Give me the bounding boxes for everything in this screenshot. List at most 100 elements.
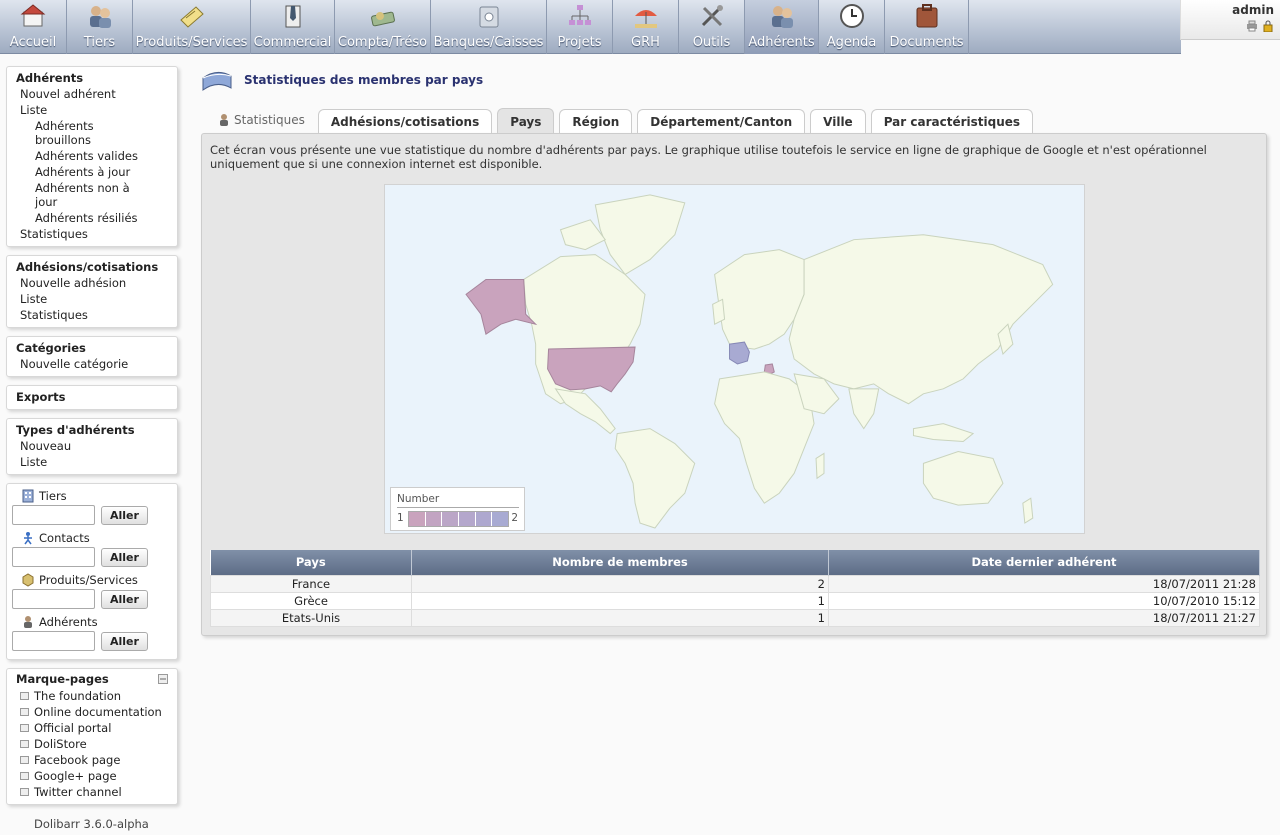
tab-region[interactable]: Région — [559, 109, 633, 134]
last-member-date-cell: 18/07/2011 21:28 — [828, 574, 1260, 593]
user-login[interactable]: admin — [1232, 3, 1274, 17]
menu-adherents[interactable]: Adhérents — [745, 0, 819, 54]
new-zealand-shape — [1022, 497, 1034, 524]
member-icon — [24, 616, 32, 628]
bookmark-item[interactable]: Official portal — [7, 720, 177, 736]
home-icon — [20, 4, 46, 27]
last-member-date-cell: 10/07/2010 15:12 — [828, 591, 1260, 610]
members-list-link[interactable]: Liste — [7, 102, 177, 118]
search-thirdparties-button[interactable]: Aller — [101, 505, 148, 525]
search-block: Tiers Aller Contacts Aller Produits/Serv… — [6, 483, 178, 660]
world-map[interactable]: Number 1 2 — [384, 184, 1085, 534]
bookmark-item[interactable]: The foundation — [7, 688, 177, 704]
bookmark-item[interactable]: Facebook page — [7, 752, 177, 768]
subscriptions-menu-block: Adhésions/cotisations Nouvelle adhésion … — [6, 255, 178, 328]
new-category-link[interactable]: Nouvelle catégorie — [7, 356, 177, 372]
members-notuptodate-link[interactable]: Adhérents non à jour — [7, 180, 177, 210]
search-contacts-label: Contacts — [39, 531, 90, 545]
new-member-type-link[interactable]: Nouveau — [7, 438, 177, 454]
column-header-country[interactable]: Pays — [210, 550, 412, 575]
exports-menu-title[interactable]: Exports — [7, 389, 177, 405]
menu-accueil[interactable]: Accueil — [0, 0, 67, 54]
left-menu: Adhérents Nouvel adhérent Liste Adhérent… — [6, 66, 178, 835]
product-box-icon — [22, 573, 34, 587]
thirdparty-icon — [89, 6, 111, 28]
legend-title: Number — [397, 493, 440, 505]
tab-characteristics[interactable]: Par caractéristiques — [870, 109, 1034, 134]
members-stats-link[interactable]: Statistiques — [7, 226, 177, 242]
new-member-link[interactable]: Nouvel adhérent — [7, 86, 177, 102]
search-members-label: Adhérents — [39, 615, 98, 629]
legend-min-value: 1 — [397, 512, 404, 524]
menu-documents[interactable]: Documents — [885, 0, 969, 54]
menu-grh[interactable]: GRH — [613, 0, 679, 54]
last-member-date-cell: 18/07/2011 21:27 — [828, 608, 1260, 627]
members-count-cell: 2 — [411, 574, 829, 593]
page-title: Statistiques des membres par pays — [244, 73, 484, 87]
france-shape — [729, 341, 750, 365]
search-products-input[interactable] — [12, 589, 95, 609]
member-icon — [220, 113, 228, 126]
bookmark-item[interactable]: Twitter channel — [7, 784, 177, 800]
tab-department[interactable]: Département/Canton — [637, 109, 806, 134]
search-contacts-button[interactable]: Aller — [101, 547, 148, 567]
search-members-button[interactable]: Aller — [101, 631, 148, 651]
members-menu-title[interactable]: Adhérents — [7, 70, 177, 86]
bookmark-icon — [20, 788, 29, 796]
version-label: Dolibarr 3.6.0-alpha — [34, 817, 149, 831]
bookmark-item[interactable]: Google+ page — [7, 768, 177, 784]
tab-town[interactable]: Ville — [810, 109, 866, 134]
bookmarks-block: Marque-pages The foundation Online docum… — [6, 668, 178, 805]
country-stats-table: Pays Nombre de membres Date dernier adhé… — [210, 550, 1260, 627]
menu-agenda[interactable]: Agenda — [819, 0, 885, 54]
column-header-last-member-date[interactable]: Date dernier adhérent — [828, 550, 1260, 575]
categories-menu-title[interactable]: Catégories — [7, 340, 177, 356]
members-uptodate-link[interactable]: Adhérents à jour — [7, 164, 177, 180]
country-cell: Grèce — [210, 591, 412, 610]
world-map-svg — [386, 185, 1083, 533]
tab-subscriptions[interactable]: Adhésions/cotisations — [317, 109, 493, 134]
search-products-button[interactable]: Aller — [101, 589, 148, 609]
australia-shape — [922, 450, 1004, 506]
members-resiliated-link[interactable]: Adhérents résiliés — [7, 210, 177, 226]
tab-bar: Statistiques Adhésions/cotisations Pays … — [210, 108, 1034, 134]
bookmark-item[interactable]: DoliStore — [7, 736, 177, 752]
menu-compta[interactable]: Compta/Tréso — [335, 0, 431, 54]
subscriptions-list-link[interactable]: Liste — [7, 291, 177, 307]
tab-panel: Cet écran vous présente une vue statisti… — [201, 133, 1267, 636]
legend-max-value: 2 — [511, 512, 518, 524]
bookmarks-edit-icon[interactable] — [158, 674, 168, 684]
search-members-input[interactable] — [12, 631, 95, 651]
menu-commercial[interactable]: Commercial — [251, 0, 335, 54]
categories-menu-block: Catégories Nouvelle catégorie — [6, 336, 178, 377]
uk-shape — [712, 298, 726, 325]
logout-lock-icon[interactable] — [1262, 20, 1274, 32]
printer-icon[interactable] — [1246, 20, 1258, 32]
bookmark-icon — [20, 740, 29, 748]
menu-banques[interactable]: Banques/Caisses — [431, 0, 547, 54]
menu-projets[interactable]: Projets — [547, 0, 613, 54]
table-row: France 2 18/07/2011 21:28 — [210, 574, 1260, 593]
documents-icon — [916, 4, 937, 28]
money-icon — [370, 11, 395, 27]
column-header-members-count[interactable]: Nombre de membres — [411, 550, 829, 575]
bookmark-item[interactable]: Online documentation — [7, 704, 177, 720]
members-valid-link[interactable]: Adhérents valides — [7, 148, 177, 164]
subscriptions-stats-link[interactable]: Statistiques — [7, 307, 177, 323]
members-menu-block: Adhérents Nouvel adhérent Liste Adhérent… — [6, 66, 178, 247]
member-types-menu-title[interactable]: Types d'adhérents — [7, 422, 177, 438]
holiday-icon — [634, 10, 657, 28]
search-contacts-input[interactable] — [12, 547, 95, 567]
table-row: Etats-Unis 1 18/07/2011 21:27 — [210, 608, 1260, 627]
menu-outils[interactable]: Outils — [679, 0, 745, 54]
menu-tiers[interactable]: Tiers — [67, 0, 133, 54]
legend-color-scale — [408, 511, 509, 527]
members-drafts-link[interactable]: Adhérents brouillons — [7, 118, 177, 148]
member-types-list-link[interactable]: Liste — [7, 454, 177, 470]
new-subscription-link[interactable]: Nouvelle adhésion — [7, 275, 177, 291]
tab-country[interactable]: Pays — [497, 108, 555, 134]
bookmark-icon — [20, 708, 29, 716]
search-thirdparties-input[interactable] — [12, 505, 95, 525]
menu-produits[interactable]: Produits/Services — [133, 0, 251, 54]
subscriptions-menu-title[interactable]: Adhésions/cotisations — [7, 259, 177, 275]
